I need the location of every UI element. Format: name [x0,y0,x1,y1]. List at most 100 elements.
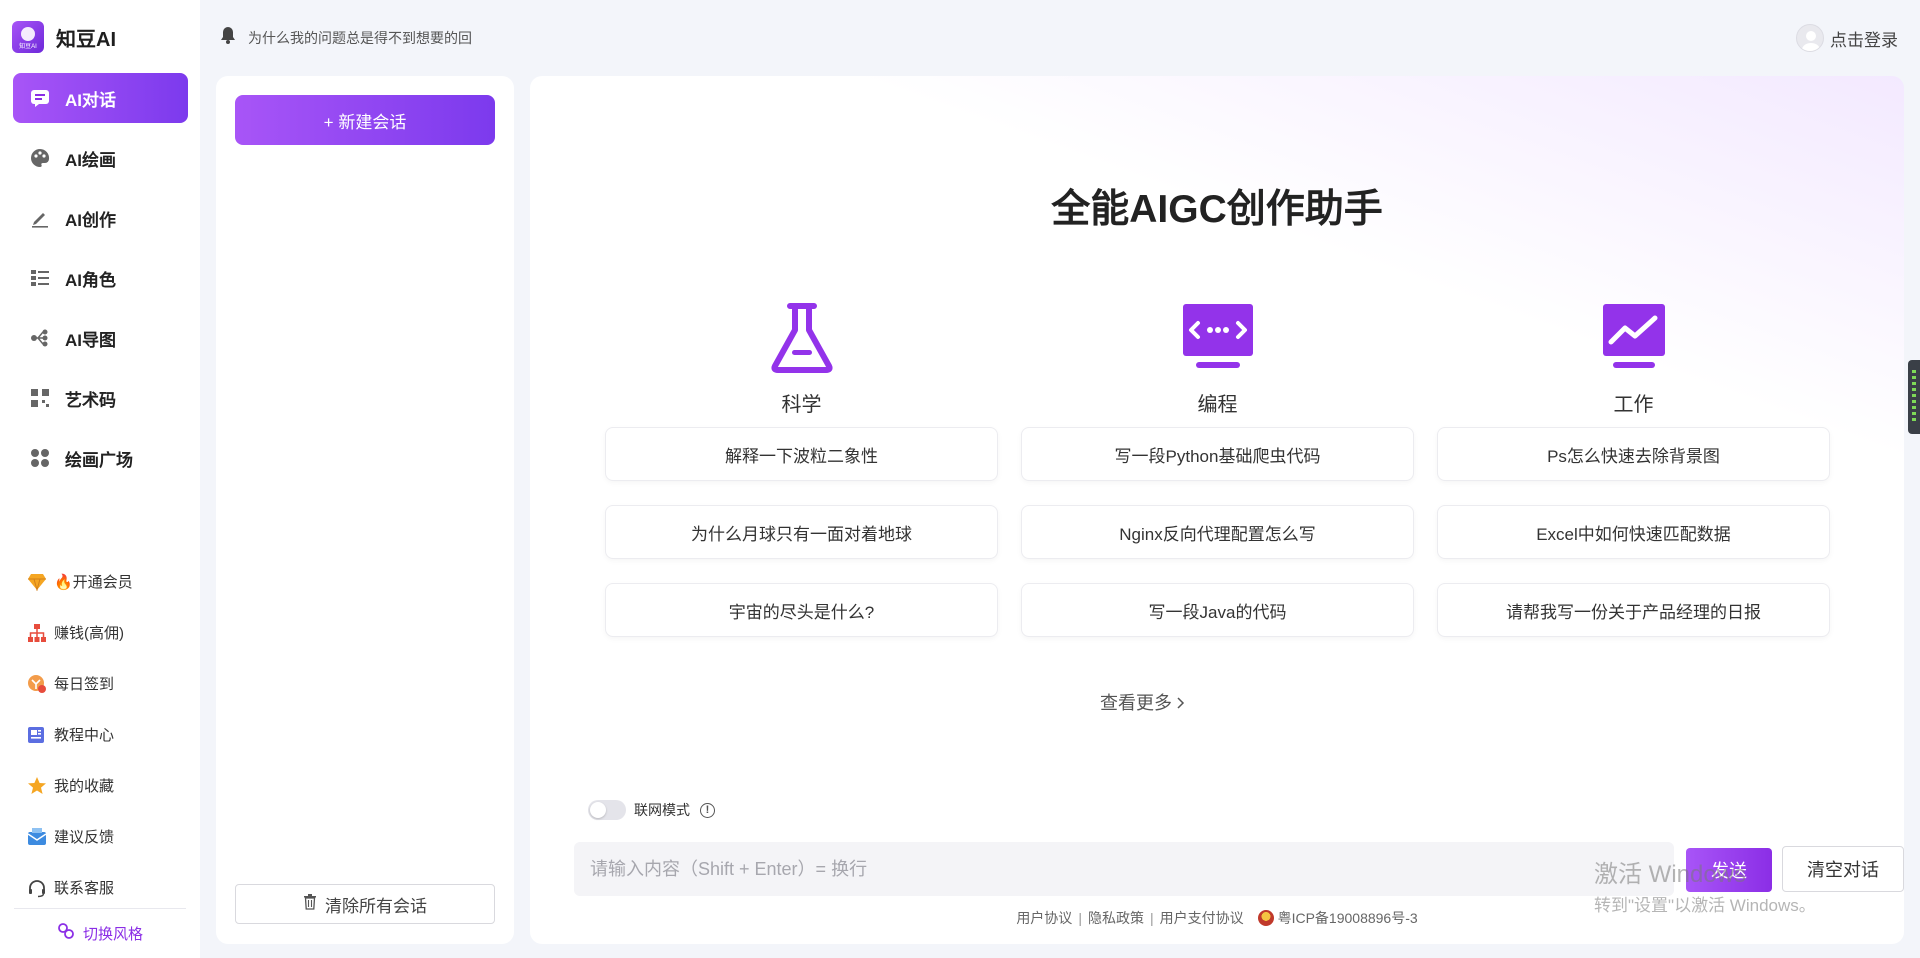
sidebar-item-label: 建议反馈 [54,829,115,846]
diamond-icon [26,571,48,593]
mindmap-icon [29,327,51,349]
sidebar-item-art-code[interactable]: 艺术码 [13,373,188,423]
main-nav: AI对话 AI绘画 AI创作 AI角色 AI导图 艺术码 绘画广场 [13,73,188,493]
new-chat-button[interactable]: + 新建会话 [235,95,495,145]
column-label: 工作 [1613,394,1654,416]
bell-icon [220,26,236,49]
chat-main: 全能AIGC创作助手 科学 解释一下波粒二象性 为什么月球只有一面对着地球 宇宙… [530,76,1904,944]
sidebar-item-label: 绘画广场 [65,450,133,470]
avatar [1796,24,1824,52]
footer: 用户协议 | 隐私政策 | 用户支付协议 粤ICP备19008896号-3 [530,908,1904,928]
clear-all-conversations-button[interactable]: 清除所有会话 [235,884,495,924]
logo-icon: 知豆AI [12,21,44,53]
suggestion-columns: 科学 解释一下波粒二象性 为什么月球只有一面对着地球 宇宙的尽头是什么? 编程 … [605,302,1830,661]
footer-separator: | [1078,910,1082,926]
column-label: 编程 [1197,394,1238,416]
flask-icon [765,302,839,374]
payment-agreement-link[interactable]: 用户支付协议 [1160,908,1244,928]
sidebar-item-label: AI创作 [65,210,116,230]
column-programming: 编程 写一段Python基础爬虫代码 Nginx反向代理配置怎么写 写一段Jav… [1021,302,1414,661]
web-mode-toggle[interactable] [588,800,626,820]
see-more-label: 查看更多 [1099,693,1172,713]
list-icon [29,267,51,289]
grid-icon [29,447,51,469]
side-widget[interactable] [1908,360,1920,434]
sidebar-item-checkin[interactable]: 每日签到 [26,658,186,709]
sidebar-item-label: 联系客服 [54,880,115,897]
sidebar: 知豆AI 知豆AI AI对话 AI绘画 AI创作 AI角色 AI导图 艺术码 绘… [0,0,200,958]
theme-switch-label: 切换风格 [82,925,143,943]
theme-switch-button[interactable]: 切换风格 [0,918,200,948]
police-badge-icon [1257,910,1274,926]
sidebar-item-feedback[interactable]: 建议反馈 [26,811,186,862]
logo-caption: 知豆AI [19,44,37,50]
conversation-panel: + 新建会话 清除所有会话 [216,76,514,944]
chart-icon [1597,302,1671,374]
user-agreement-link[interactable]: 用户协议 [1016,908,1072,928]
sidebar-item-support[interactable]: 联系客服 [26,862,186,913]
sidebar-item-earn[interactable]: 赚钱(高佣) [26,607,186,658]
sidebar-item-membership[interactable]: 🔥开通会员 [26,556,186,607]
info-icon[interactable]: ! [700,802,715,818]
prompt-card[interactable]: 解释一下波粒二象性 [605,427,998,481]
sidebar-item-label: 我的收藏 [54,778,115,795]
document-icon [26,724,48,746]
sidebar-item-ai-mindmap[interactable]: AI导图 [13,313,188,363]
prompt-card[interactable]: 为什么月球只有一面对着地球 [605,505,998,559]
org-chart-icon [26,622,48,644]
input-row: 发送 清空对话 [574,842,1904,896]
headset-icon [26,877,48,899]
sidebar-item-tutorials[interactable]: 教程中心 [26,709,186,760]
code-icon [1181,302,1255,374]
web-mode-label: 联网模式 [634,802,690,818]
icp-link[interactable]: 粤ICP备19008896号-3 [1278,908,1418,928]
chat-input[interactable] [574,842,1674,896]
sidebar-item-ai-creation[interactable]: AI创作 [13,193,188,243]
sidebar-item-label: 🔥开通会员 [54,574,133,591]
sidebar-item-painting-plaza[interactable]: 绘画广场 [13,433,188,483]
sidebar-item-label: AI导图 [65,330,116,350]
footer-separator: | [1149,910,1154,926]
prompt-card[interactable]: Excel中如何快速匹配数据 [1437,505,1830,559]
prompt-card[interactable]: 请帮我写一份关于产品经理的日报 [1437,583,1830,637]
prompt-card[interactable]: Nginx反向代理配置怎么写 [1021,505,1414,559]
clear-chat-button[interactable]: 清空对话 [1782,846,1904,892]
chat-icon [29,87,51,109]
sidebar-item-label: 每日签到 [54,676,115,693]
login-button[interactable]: 点击登录 [1796,24,1898,52]
brand-name: 知豆AI [56,28,116,51]
theme-icon [57,922,75,945]
qrcode-icon [29,387,51,409]
sidebar-item-favorites[interactable]: 我的收藏 [26,760,186,811]
prompt-card[interactable]: 写一段Java的代码 [1021,583,1414,637]
sidebar-item-ai-painting[interactable]: AI绘画 [13,133,188,183]
clear-all-label: 清除所有会话 [325,896,427,916]
prompt-card[interactable]: Ps怎么快速去除背景图 [1437,427,1830,481]
privacy-policy-link[interactable]: 隐私政策 [1088,908,1144,928]
prompt-card[interactable]: 宇宙的尽头是什么? [605,583,998,637]
page-title: 全能AIGC创作助手 [1051,188,1383,231]
send-button[interactable]: 发送 [1686,848,1772,892]
sidebar-item-label: 赚钱(高佣) [54,625,124,642]
column-work: 工作 Ps怎么快速去除背景图 Excel中如何快速匹配数据 请帮我写一份关于产品… [1437,302,1830,661]
sidebar-item-label: AI绘画 [65,150,116,170]
star-icon [26,775,48,797]
sidebar-item-label: AI对话 [65,90,116,110]
login-label: 点击登录 [1830,30,1898,50]
sidebar-item-ai-chat[interactable]: AI对话 [13,73,188,123]
mail-icon [26,826,48,848]
see-more-link[interactable]: 查看更多 [530,689,1755,715]
brand-logo[interactable]: 知豆AI 知豆AI [12,20,116,54]
notice-bar[interactable]: 为什么我的问题总是得不到想要的回 [220,26,472,49]
column-science: 科学 解释一下波粒二象性 为什么月球只有一面对着地球 宇宙的尽头是什么? [605,302,998,661]
palette-icon [29,147,51,169]
trash-icon [303,893,317,915]
sidebar-item-label: 艺术码 [65,390,116,410]
prompt-card[interactable]: 写一段Python基础爬虫代码 [1021,427,1414,481]
sidebar-divider [14,908,186,909]
sidebar-item-label: 教程中心 [54,727,115,744]
column-label: 科学 [781,394,822,416]
chevron-right-icon [1177,693,1185,713]
secondary-nav: 🔥开通会员 赚钱(高佣) 每日签到 教程中心 我的收藏 建议反馈 联系客服 [26,556,186,913]
sidebar-item-ai-role[interactable]: AI角色 [13,253,188,303]
